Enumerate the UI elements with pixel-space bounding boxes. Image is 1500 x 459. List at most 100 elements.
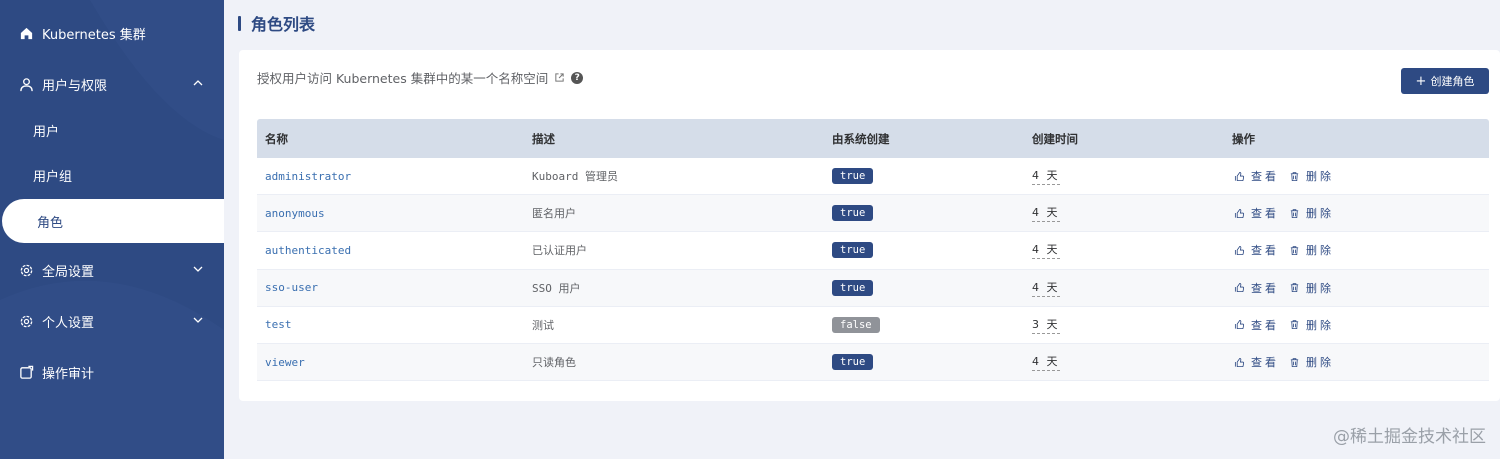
role-name-link[interactable]: viewer	[265, 356, 305, 369]
trash-icon	[1290, 357, 1299, 367]
role-name-link[interactable]: sso-user	[265, 281, 318, 294]
roles-card: 授权用户访问 Kubernetes 集群中的某一个名称空间 ? + 创建角色 名…	[239, 50, 1500, 401]
sidebar-item-label: 个人设置	[42, 315, 95, 331]
view-button[interactable]: 查看	[1234, 317, 1279, 333]
created-time: 4 天	[1032, 241, 1060, 260]
trash-icon	[1290, 283, 1299, 293]
role-description: 已认证用户	[532, 244, 587, 258]
home-icon	[18, 25, 34, 41]
sidebar-item-personal-settings[interactable]: 个人设置	[0, 299, 224, 343]
thumb-icon	[1234, 171, 1245, 181]
created-time: 4 天	[1032, 353, 1060, 372]
view-button[interactable]: 查看	[1234, 168, 1279, 184]
chevron-down-icon	[193, 266, 203, 272]
chevron-down-icon	[193, 317, 203, 323]
create-role-label: 创建角色	[1430, 75, 1475, 88]
trash-icon	[1290, 209, 1299, 218]
created-time: 4 天	[1032, 204, 1060, 223]
audit-icon	[18, 364, 34, 380]
view-label: 查看	[1251, 244, 1279, 258]
header-created-time: 创建时间	[1032, 131, 1078, 146]
system-created-badge: true	[832, 279, 874, 296]
sidebar-subitem-users[interactable]: 用户	[0, 108, 59, 152]
role-name-link[interactable]: authenticated	[265, 244, 351, 257]
sidebar-item-label: 用户与权限	[42, 78, 108, 94]
trash-icon	[1290, 171, 1299, 181]
description-text: 授权用户访问 Kubernetes 集群中的某一个名称空间	[257, 71, 549, 86]
trash-icon	[1290, 246, 1299, 256]
page-header: 角色列表	[238, 12, 315, 34]
row-actions: 查看 删除	[1234, 354, 1344, 370]
thumb-icon	[1234, 245, 1245, 256]
header-description: 描述	[532, 131, 555, 146]
table-row: authenticated 已认证用户 true 4 天 查看 删除	[257, 232, 1489, 270]
view-label: 查看	[1251, 281, 1279, 295]
trash-icon	[1290, 320, 1299, 330]
table-row: administrator Kuboard 管理员 true 4 天 查看 删除	[257, 158, 1489, 196]
table-row: viewer 只读角色 true 4 天 查看 删除	[257, 343, 1489, 382]
plus-icon: +	[1415, 73, 1427, 89]
sidebar-item-label: 操作审计	[42, 366, 95, 382]
delete-label: 删除	[1306, 281, 1334, 295]
table-row: sso-user SSO 用户 true 4 天 查看 删除	[257, 269, 1489, 307]
delete-label: 删除	[1306, 356, 1334, 370]
sidebar-subitem-user-groups[interactable]: 用户组	[0, 153, 72, 197]
header-name: 名称	[265, 131, 288, 146]
view-button[interactable]: 查看	[1234, 280, 1279, 296]
role-description: 只读角色	[532, 356, 576, 370]
system-created-badge: false	[832, 316, 880, 333]
sidebar-item-label: 全局设置	[42, 264, 95, 280]
delete-button[interactable]: 删除	[1289, 242, 1334, 258]
system-created-badge: true	[832, 354, 874, 371]
created-time: 4 天	[1032, 279, 1060, 297]
delete-button[interactable]: 删除	[1289, 354, 1334, 370]
delete-button[interactable]: 删除	[1289, 280, 1334, 296]
sidebar-item-users-permissions[interactable]: 用户与权限	[0, 62, 224, 106]
delete-label: 删除	[1306, 170, 1334, 184]
delete-button[interactable]: 删除	[1289, 168, 1334, 184]
created-time: 3 天	[1032, 316, 1060, 334]
user-icon	[18, 76, 34, 92]
view-button[interactable]: 查看	[1234, 205, 1279, 221]
delete-label: 删除	[1306, 244, 1334, 258]
table-body: administrator Kuboard 管理员 true 4 天查看 删除 anony…	[257, 158, 1489, 382]
sidebar-subitem-roles[interactable]: 角色	[2, 199, 224, 243]
create-role-button[interactable]: + 创建角色	[1401, 68, 1489, 94]
view-label: 查看	[1251, 356, 1279, 370]
sidebar-item-kubernetes-cluster[interactable]: Kubernetes 集群	[0, 11, 224, 55]
header-actions: 操作	[1232, 131, 1255, 146]
view-label: 查看	[1251, 170, 1279, 184]
delete-button[interactable]: 删除	[1289, 317, 1334, 333]
view-button[interactable]: 查看	[1234, 242, 1279, 258]
system-created-badge: true	[832, 168, 874, 185]
sidebar-item-audit[interactable]: 操作审计	[0, 350, 224, 394]
view-button[interactable]: 查看	[1234, 354, 1279, 370]
role-description: SSO 用户	[532, 281, 581, 295]
thumb-icon	[1234, 357, 1245, 367]
roles-table: 名称 描述 由系统创建 创建时间 操作 administrator Kuboard…	[257, 119, 1489, 382]
view-label: 查看	[1251, 207, 1279, 221]
role-description: Kuboard 管理员	[532, 170, 618, 184]
gear-icon	[18, 262, 34, 278]
role-description: 测试	[532, 318, 554, 332]
external-link-icon[interactable]	[554, 72, 565, 83]
chevron-up-icon	[193, 80, 203, 86]
sidebar-item-global-settings[interactable]: 全局设置	[0, 248, 224, 292]
role-name-link[interactable]: administrator	[265, 170, 351, 183]
delete-button[interactable]: 删除	[1289, 205, 1334, 221]
view-label: 查看	[1251, 318, 1279, 332]
title-accent-bar	[238, 15, 241, 31]
system-created-badge: true	[832, 205, 874, 222]
delete-label: 删除	[1306, 207, 1334, 221]
sidebar-subitem-label: 角色	[37, 215, 64, 231]
table-header: 名称 描述 由系统创建 创建时间 操作	[257, 119, 1489, 158]
header-system-created: 由系统创建	[832, 131, 890, 146]
sidebar: Kubernetes 集群 用户与权限 用户 用户组 角色 全局设置 个人设置 …	[0, 0, 224, 459]
help-icon[interactable]: ?	[571, 71, 584, 84]
sidebar-item-label: Kubernetes 集群	[42, 27, 146, 43]
delete-label: 删除	[1306, 318, 1334, 332]
role-name-link[interactable]: test	[265, 318, 292, 331]
role-name-link[interactable]: anonymous	[265, 207, 325, 220]
row-actions: 查看 删除	[1234, 168, 1344, 184]
thumb-icon	[1234, 283, 1245, 293]
